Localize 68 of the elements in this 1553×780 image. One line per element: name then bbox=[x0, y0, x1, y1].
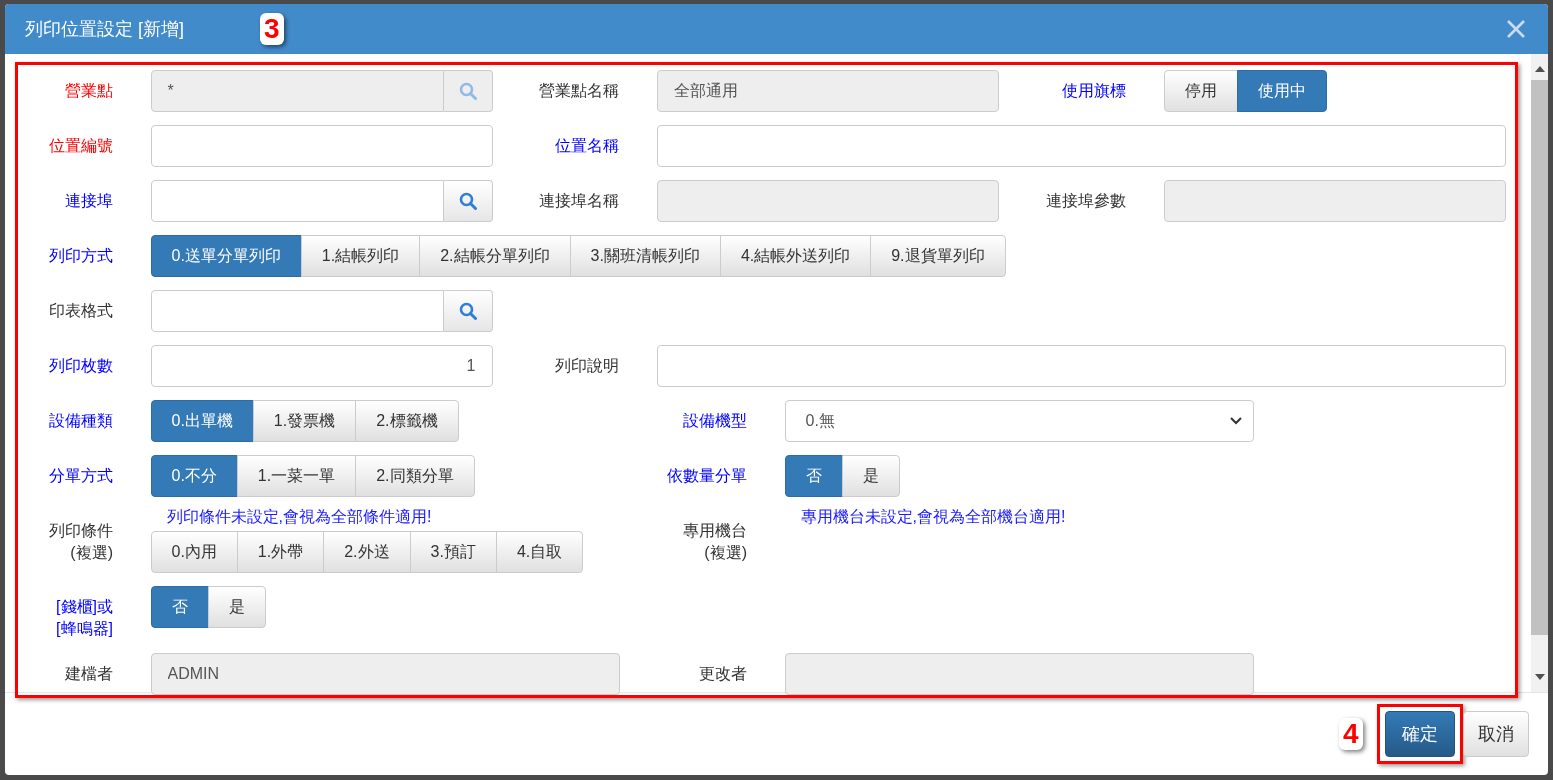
close-button[interactable] bbox=[1506, 19, 1526, 39]
search-button[interactable] bbox=[443, 180, 493, 222]
field-label: 列印方式 bbox=[48, 246, 113, 266]
option-button[interactable]: 3.關班清帳列印 bbox=[569, 235, 721, 277]
chevron-down-icon bbox=[1228, 416, 1243, 426]
option-button[interactable]: 是 bbox=[841, 455, 900, 497]
field-label: 使用旗標 bbox=[1061, 81, 1126, 101]
field-label: 列印條件 (複選) bbox=[48, 521, 113, 563]
text-field[interactable] bbox=[656, 345, 1506, 387]
field-label: 建檔者 bbox=[64, 664, 113, 684]
scroll-up-icon bbox=[1534, 66, 1545, 72]
option-button[interactable]: 是 bbox=[207, 586, 266, 628]
field-label: 設備種類 bbox=[48, 411, 113, 431]
option-button[interactable]: 1.外帶 bbox=[236, 531, 325, 573]
field-label: 營業點名稱 bbox=[538, 81, 619, 101]
option-button[interactable]: 0.送單分單列印 bbox=[150, 235, 302, 277]
field-label: 專用機台 (複選) bbox=[682, 521, 747, 563]
field-label: 依數量分單 bbox=[666, 466, 747, 486]
hint-text: 專用機台未設定,會視為全部機台適用! bbox=[799, 507, 1067, 527]
field-label: 營業點 bbox=[64, 81, 113, 101]
scroll-down-icon bbox=[1534, 674, 1545, 680]
step-number: 4 bbox=[1339, 718, 1363, 750]
option-button[interactable]: 2.外送 bbox=[323, 531, 411, 573]
field-label: 連接埠名稱 bbox=[538, 191, 619, 211]
cancel-button[interactable]: 取消 bbox=[1463, 711, 1529, 757]
field-label: 連接埠 bbox=[64, 191, 113, 211]
search-icon bbox=[458, 192, 477, 210]
field-label: 分單方式 bbox=[48, 466, 113, 486]
option-button[interactable]: 1.一菜一單 bbox=[236, 455, 357, 497]
search-button[interactable] bbox=[443, 290, 493, 332]
dropdown[interactable]: 0.無 bbox=[784, 400, 1254, 442]
search-icon bbox=[458, 302, 477, 320]
option-button[interactable]: 2.標籤機 bbox=[355, 400, 459, 442]
field-label: [錢櫃]或[蜂鳴器] bbox=[55, 597, 113, 639]
field-label: 更改者 bbox=[698, 664, 747, 684]
text-field[interactable]: 1 bbox=[150, 345, 493, 387]
dialog-title: 列印位置設定 [新增] bbox=[25, 18, 184, 41]
field-label: 位置名稱 bbox=[554, 136, 619, 156]
option-button[interactable]: 1.結帳列印 bbox=[300, 235, 421, 277]
option-button[interactable]: 2.結帳分單列印 bbox=[419, 235, 571, 277]
option-button[interactable]: 4.結帳外送列印 bbox=[719, 235, 872, 277]
text-field[interactable] bbox=[150, 290, 444, 332]
hint-text: 列印條件未設定,會視為全部條件適用! bbox=[165, 507, 433, 527]
option-button[interactable]: 0.不分 bbox=[150, 455, 238, 497]
option-button[interactable]: 9.退貨單列印 bbox=[870, 235, 1006, 277]
option-button[interactable]: 2.同類分單 bbox=[355, 455, 475, 497]
search-icon bbox=[458, 82, 477, 100]
option-button[interactable]: 1.發票機 bbox=[252, 400, 357, 442]
option-button[interactable]: 3.預訂 bbox=[409, 531, 497, 573]
step-number: 3 bbox=[260, 13, 284, 45]
field-label: 列印說明 bbox=[554, 356, 619, 376]
text-field[interactable] bbox=[150, 180, 444, 222]
field-label: 連接埠參數 bbox=[1045, 191, 1126, 211]
text-field[interactable] bbox=[656, 125, 1506, 167]
field-label: 設備機型 bbox=[682, 411, 747, 431]
confirm-button[interactable]: 確定 bbox=[1385, 711, 1455, 757]
option-button[interactable]: 否 bbox=[784, 455, 843, 497]
close-icon bbox=[1506, 19, 1526, 39]
field-label: 列印枚數 bbox=[48, 356, 113, 376]
option-button[interactable]: 0.出單機 bbox=[150, 400, 254, 442]
option-button[interactable]: 使用中 bbox=[1236, 70, 1327, 112]
field-label: 印表格式 bbox=[48, 301, 113, 321]
option-button[interactable]: 否 bbox=[150, 586, 209, 628]
text-field[interactable] bbox=[150, 125, 493, 167]
option-button[interactable]: 4.自取 bbox=[495, 531, 584, 573]
field-label: 位置編號 bbox=[48, 136, 113, 156]
option-button[interactable]: 停用 bbox=[1163, 70, 1238, 112]
option-button[interactable]: 0.內用 bbox=[150, 531, 238, 573]
